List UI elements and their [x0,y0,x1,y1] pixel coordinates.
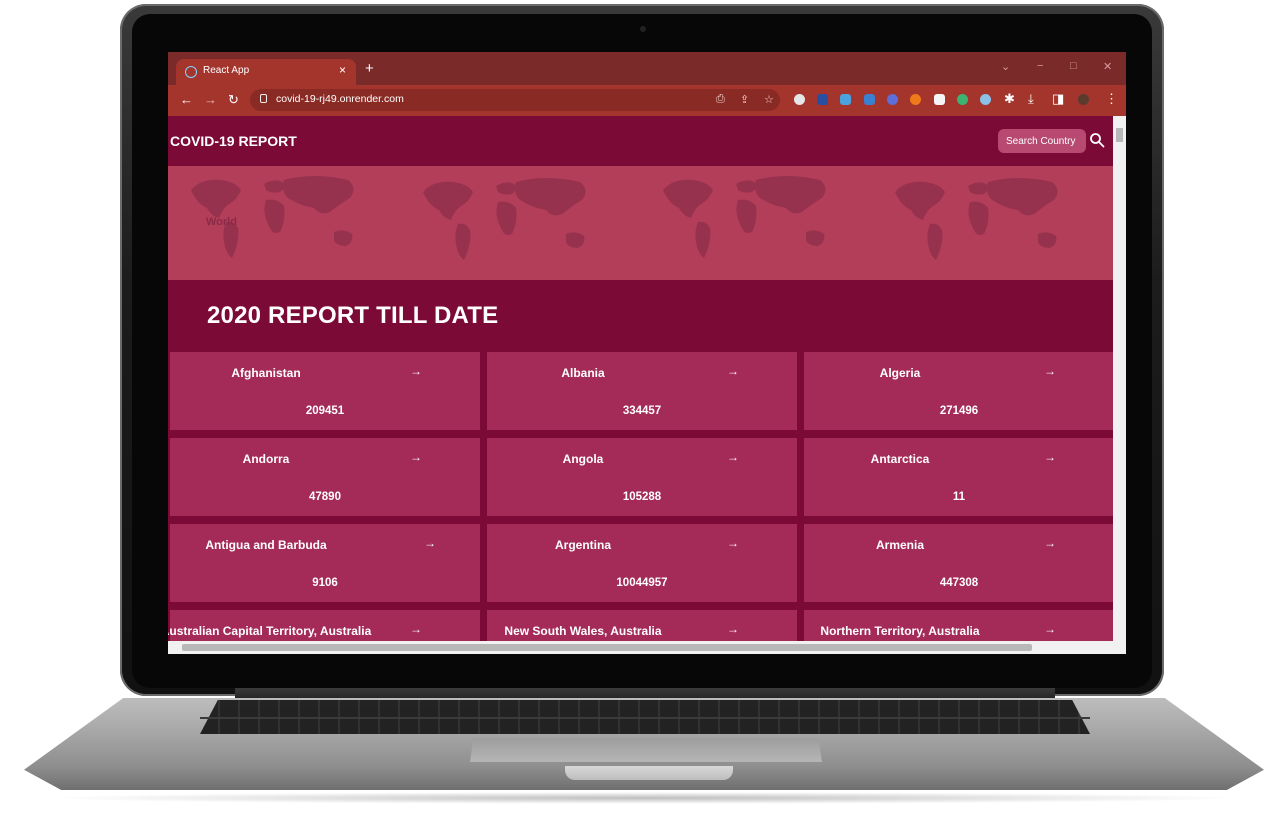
maximize-button[interactable]: □ [1070,60,1077,72]
case-count: 271496 [939,405,979,417]
case-count: 105288 [622,491,662,503]
country-name: Angola [562,452,604,466]
country-card[interactable]: Albania → 334457 [487,352,797,430]
screen: React App × + ⌄ − □ ✕ ← → ↻ covid-19-rj4… [168,52,1126,654]
country-name: Australian Capital Territory, Australia [168,624,372,638]
brand-title: COVID-19 REPORT [170,133,297,149]
address-bar[interactable]: covid-19-rj49.onrender.com ⎙ ⇪ ☆ [250,89,780,111]
extension-2-icon[interactable] [817,94,828,105]
case-count: 447308 [939,577,979,589]
bookmark-star-icon[interactable]: ☆ [764,93,774,106]
world-map-banner: World [168,166,1113,280]
laptop-notch [565,766,733,780]
share-icon[interactable]: ⇪ [740,93,749,106]
arrow-right-icon[interactable]: → [727,622,739,636]
search-input[interactable] [998,129,1086,153]
vertical-scrollbar[interactable] [1113,116,1126,654]
trackpad [470,738,822,762]
country-name: Albania [561,366,605,380]
keyboard-row-divider [200,717,1090,719]
download-icon[interactable]: ⤓ [1028,91,1034,107]
arrow-right-icon[interactable]: → [727,536,739,550]
country-card[interactable]: Argentina → 10044957 [487,524,797,602]
world-map-pattern [191,176,1058,260]
case-count: 9106 [312,577,338,589]
country-name: Andorra [242,452,290,466]
arrow-right-icon[interactable]: → [1044,536,1056,550]
country-card[interactable]: Armenia → 447308 [804,524,1113,602]
extensions-puzzle-icon[interactable]: ✱ [1004,91,1015,107]
close-window-button[interactable]: ✕ [1103,60,1112,73]
extension-8-icon[interactable] [957,94,968,105]
arrow-right-icon[interactable]: → [410,450,422,464]
install-icon[interactable]: ⎙ [716,93,725,106]
search-icon[interactable] [1089,132,1105,148]
browser-tab[interactable]: React App × [176,59,356,85]
menu-kebab-icon[interactable]: ⋮ [1105,91,1118,107]
country-card[interactable]: Afghanistan → 209451 [170,352,480,430]
browser-tab-strip: React App × + ⌄ − □ ✕ [168,52,1126,85]
arrow-right-icon[interactable]: → [410,622,422,636]
country-name: Afghanistan [231,366,301,380]
case-count: 11 [952,491,966,503]
country-name: Northern Territory, Australia [820,624,980,638]
new-tab-button[interactable]: + [365,61,374,76]
country-name: Antigua and Barbuda [205,538,327,552]
react-logo-icon [185,66,197,78]
extension-6-icon[interactable] [910,94,921,105]
arrow-right-icon[interactable]: → [727,450,739,464]
case-count: 47890 [309,491,341,503]
lock-icon [260,94,267,103]
back-icon[interactable]: ← [180,92,193,107]
extension-3-icon[interactable] [840,94,851,105]
laptop-mockup: React App × + ⌄ − □ ✕ ← → ↻ covid-19-rj4… [0,0,1288,814]
profile-avatar[interactable] [1078,94,1089,105]
country-card[interactable]: Antigua and Barbuda → 9106 [170,524,480,602]
hero-label: World [206,216,237,228]
vertical-scroll-thumb[interactable] [1116,128,1123,142]
camera-icon [640,26,646,32]
country-card[interactable]: Angola → 105288 [487,438,797,516]
forward-icon[interactable]: → [204,92,217,107]
country-card[interactable]: Algeria → 271496 [804,352,1113,430]
extension-5-icon[interactable] [887,94,898,105]
reload-icon[interactable]: ↻ [228,92,239,108]
url-text: covid-19-rj49.onrender.com [276,93,404,105]
arrow-right-icon[interactable]: → [1044,364,1056,378]
country-name: Antarctica [870,452,930,466]
app-header: COVID-19 REPORT [168,116,1113,166]
arrow-right-icon[interactable]: → [424,536,436,550]
extension-7-icon[interactable] [934,94,945,105]
extension-9-icon[interactable] [980,94,991,105]
arrow-right-icon[interactable]: → [1044,622,1056,636]
web-page: COVID-19 REPORT Search Country World 202… [168,116,1113,654]
side-panel-icon[interactable]: ◨ [1052,91,1064,107]
tab-search-icon[interactable]: ⌄ [1001,60,1010,73]
case-count: 10044957 [616,577,668,589]
country-card[interactable]: Antarctica → 11 [804,438,1113,516]
horizontal-scroll-thumb[interactable] [182,644,1032,651]
case-count: 334457 [622,405,662,417]
arrow-right-icon[interactable]: → [410,364,422,378]
arrow-right-icon[interactable]: → [727,364,739,378]
extension-1-icon[interactable] [794,94,805,105]
country-name: Algeria [879,366,921,380]
tab-title: React App [203,65,250,76]
report-heading: 2020 REPORT TILL DATE [207,302,499,329]
horizontal-scrollbar[interactable] [168,641,1113,654]
country-card[interactable]: Andorra → 47890 [170,438,480,516]
arrow-right-icon[interactable]: → [1044,450,1056,464]
minimize-button[interactable]: − [1037,60,1043,72]
extension-4-icon[interactable] [864,94,875,105]
case-count: 209451 [305,405,345,417]
country-name: New South Wales, Australia [504,624,662,638]
laptop-shadow [40,792,1248,804]
browser-toolbar: ← → ↻ covid-19-rj49.onrender.com ⎙ ⇪ ☆ ✱… [168,85,1126,116]
country-name: Argentina [554,538,611,552]
tab-close-button[interactable]: × [339,63,346,77]
country-name: Armenia [875,538,925,552]
